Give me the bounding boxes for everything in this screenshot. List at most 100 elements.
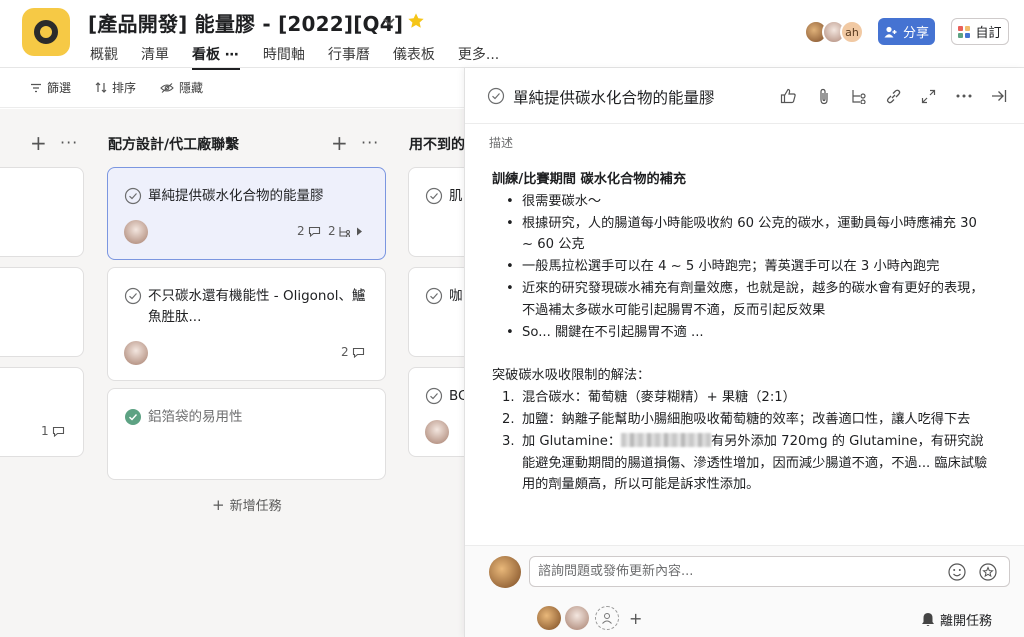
tab-overview[interactable]: 概觀 (90, 44, 118, 70)
task-card-selected[interactable]: 單純提供碳水化合物的能量膠 2 2 (107, 167, 386, 260)
comment-count: 1 (41, 424, 65, 438)
collaborator-avatar[interactable] (565, 606, 589, 630)
complete-check-icon[interactable] (425, 287, 443, 305)
task-card[interactable]: BC (408, 367, 464, 457)
customize-button[interactable]: 自訂 (951, 18, 1009, 45)
complete-check-icon[interactable] (124, 187, 142, 205)
task-card[interactable] (0, 167, 84, 257)
leave-task-button[interactable]: 離開任務 (921, 610, 992, 629)
more-actions-button[interactable] (946, 86, 981, 106)
subtask-count[interactable]: 2 (328, 224, 363, 238)
list-text: 加 Glutamine： (522, 433, 622, 449)
eye-off-icon (160, 82, 174, 93)
ring-icon (34, 20, 58, 44)
card-title: 鋁箔袋的易用性 (148, 409, 243, 425)
fullscreen-button[interactable] (911, 86, 946, 106)
numbered-list: 1. 混合碳水：葡萄糖（麥芽糊精）+ 果糖（2:1） 2. 加鹽：鈉離子能幫助小腸細… (492, 387, 992, 496)
person-icon (602, 613, 612, 624)
complete-check-icon[interactable] (425, 187, 443, 205)
bullet-list: 很需要碳水～ 根據研究，人的腸道每小時能吸收約 60 公克的碳水，運動員每小時應… (492, 191, 992, 344)
comment-count: 2 (297, 224, 321, 238)
tab-dashboard[interactable]: 儀表板 (393, 44, 435, 70)
redacted-text (621, 432, 712, 447)
like-button[interactable] (771, 86, 806, 106)
completed-check-icon[interactable] (124, 408, 142, 426)
task-card[interactable] (0, 267, 84, 357)
list-item: 3. 加 Glutamine： 有另外添加 720mg 的 Glutamine，有研… (492, 431, 992, 496)
card-title: BC (449, 388, 464, 404)
task-card[interactable]: 不只碳水還有機能性 - Oligonol、鱸魚胜肽... 2 (107, 267, 386, 381)
column-title[interactable]: 用不到的 (409, 134, 464, 154)
close-pane-button[interactable] (981, 86, 1016, 106)
assignee-avatar[interactable] (425, 420, 449, 444)
column-options-icon[interactable]: ··· (361, 133, 379, 152)
comment-box[interactable] (529, 556, 1010, 587)
description-body[interactable]: 訓練/比賽期間 碳水化合物的補充 很需要碳水～ 根據研究，人的腸道每小時能吸收約… (492, 169, 992, 496)
hide-button[interactable]: 隱藏 (160, 79, 203, 96)
subtask-count-value: 2 (328, 224, 336, 238)
plus-icon: + (212, 495, 225, 514)
star-badge-icon[interactable] (978, 562, 998, 582)
column-title[interactable]: 配方設計/代工廠聯繫 (108, 134, 239, 154)
list-item: 一般馬拉松選手可以在 4 ~ 5 小時跑完；菁英選手可以在 3 小時內跑完 (492, 256, 992, 278)
plus-icon[interactable]: + (629, 609, 642, 628)
copy-link-button[interactable] (876, 86, 911, 106)
task-card-completed[interactable]: 鋁箔袋的易用性 (107, 388, 386, 480)
hide-label: 隱藏 (179, 81, 204, 95)
card-title: 肌 (449, 188, 463, 204)
list-text: 加鹽：鈉離子能幫助小腸細胞吸收葡萄糖的效率；改善適口性，讓人吃得下去 (522, 411, 971, 427)
list-number: 3. (502, 433, 515, 449)
comment-icon (308, 226, 320, 237)
list-number: 2. (502, 411, 515, 427)
share-button[interactable]: 分享 (878, 18, 935, 45)
tab-timeline[interactable]: 時間軸 (263, 44, 305, 70)
tab-list[interactable]: 清單 (141, 44, 169, 70)
collaborator-avatar[interactable] (537, 606, 561, 630)
list-item: So... 關鍵在不引起腸胃不適 ... (492, 322, 992, 344)
column-options-icon[interactable]: ··· (60, 133, 78, 152)
task-detail-pane: 單純提供碳水化合物的能量膠 描述 訓練/比賽期間 碳水化合物的補充 很需要碳水～… (464, 68, 1024, 637)
project-nav: 概觀 清單 看板 ⋯ 時間軸 行事曆 儀表板 更多... (90, 44, 522, 70)
sort-button[interactable]: 排序 (95, 79, 136, 96)
assignee-avatar[interactable] (124, 220, 148, 244)
thumbs-up-icon (780, 88, 796, 104)
tab-calendar[interactable]: 行事曆 (328, 44, 370, 70)
attach-button[interactable] (806, 86, 841, 106)
complete-check-icon[interactable] (124, 287, 142, 305)
task-title[interactable]: 單純提供碳水化合物的能量膠 (513, 86, 715, 108)
add-task-button[interactable]: + 新增任務 (212, 495, 282, 515)
task-card[interactable]: 1 (0, 367, 84, 457)
subtasks-button[interactable] (841, 86, 876, 106)
list-item: 很需要碳水～ (492, 191, 992, 213)
task-card[interactable]: 肌 (408, 167, 464, 257)
add-collaborator-button[interactable] (595, 606, 619, 630)
sort-label: 排序 (112, 81, 137, 95)
list-item: 根據研究，人的腸道每小時能吸收約 60 公克的碳水，運動員每小時應補充 30 ~… (492, 213, 992, 257)
card-title: 單純提供碳水化合物的能量膠 (148, 188, 324, 204)
task-card[interactable]: 咖 (408, 267, 464, 357)
tab-board[interactable]: 看板 ⋯ (192, 44, 240, 70)
project-title[interactable]: [產品開發] 能量膠 - [2022][Q4] (88, 8, 403, 37)
complete-check-icon[interactable] (487, 87, 505, 105)
add-section-task-icon[interactable]: + (30, 131, 47, 155)
complete-check-icon[interactable] (425, 387, 443, 405)
tab-more[interactable]: 更多... (458, 44, 499, 70)
comment-count: 2 (341, 345, 365, 359)
assignee-avatar[interactable] (124, 341, 148, 365)
filter-label: 篩選 (47, 81, 72, 95)
expand-icon (921, 89, 936, 103)
star-icon[interactable] (407, 12, 425, 30)
project-icon[interactable] (22, 8, 70, 56)
chevron-down-icon[interactable] (382, 14, 396, 28)
tab-options-icon[interactable]: ⋯ (225, 47, 240, 63)
member-avatars[interactable]: ah (804, 20, 864, 44)
add-section-task-icon[interactable]: + (331, 131, 348, 155)
emoji-icon[interactable] (947, 562, 967, 582)
collaborators: + (537, 606, 642, 630)
tab-board-label: 看板 (192, 47, 220, 63)
list-text: 混合碳水：葡萄糖（麥芽糊精）+ 果糖（2:1） (522, 390, 796, 406)
description-label: 描述 (489, 136, 514, 150)
caret-right-icon (356, 227, 362, 235)
comment-input[interactable] (538, 557, 928, 586)
filter-button[interactable]: 篩選 (30, 79, 71, 96)
